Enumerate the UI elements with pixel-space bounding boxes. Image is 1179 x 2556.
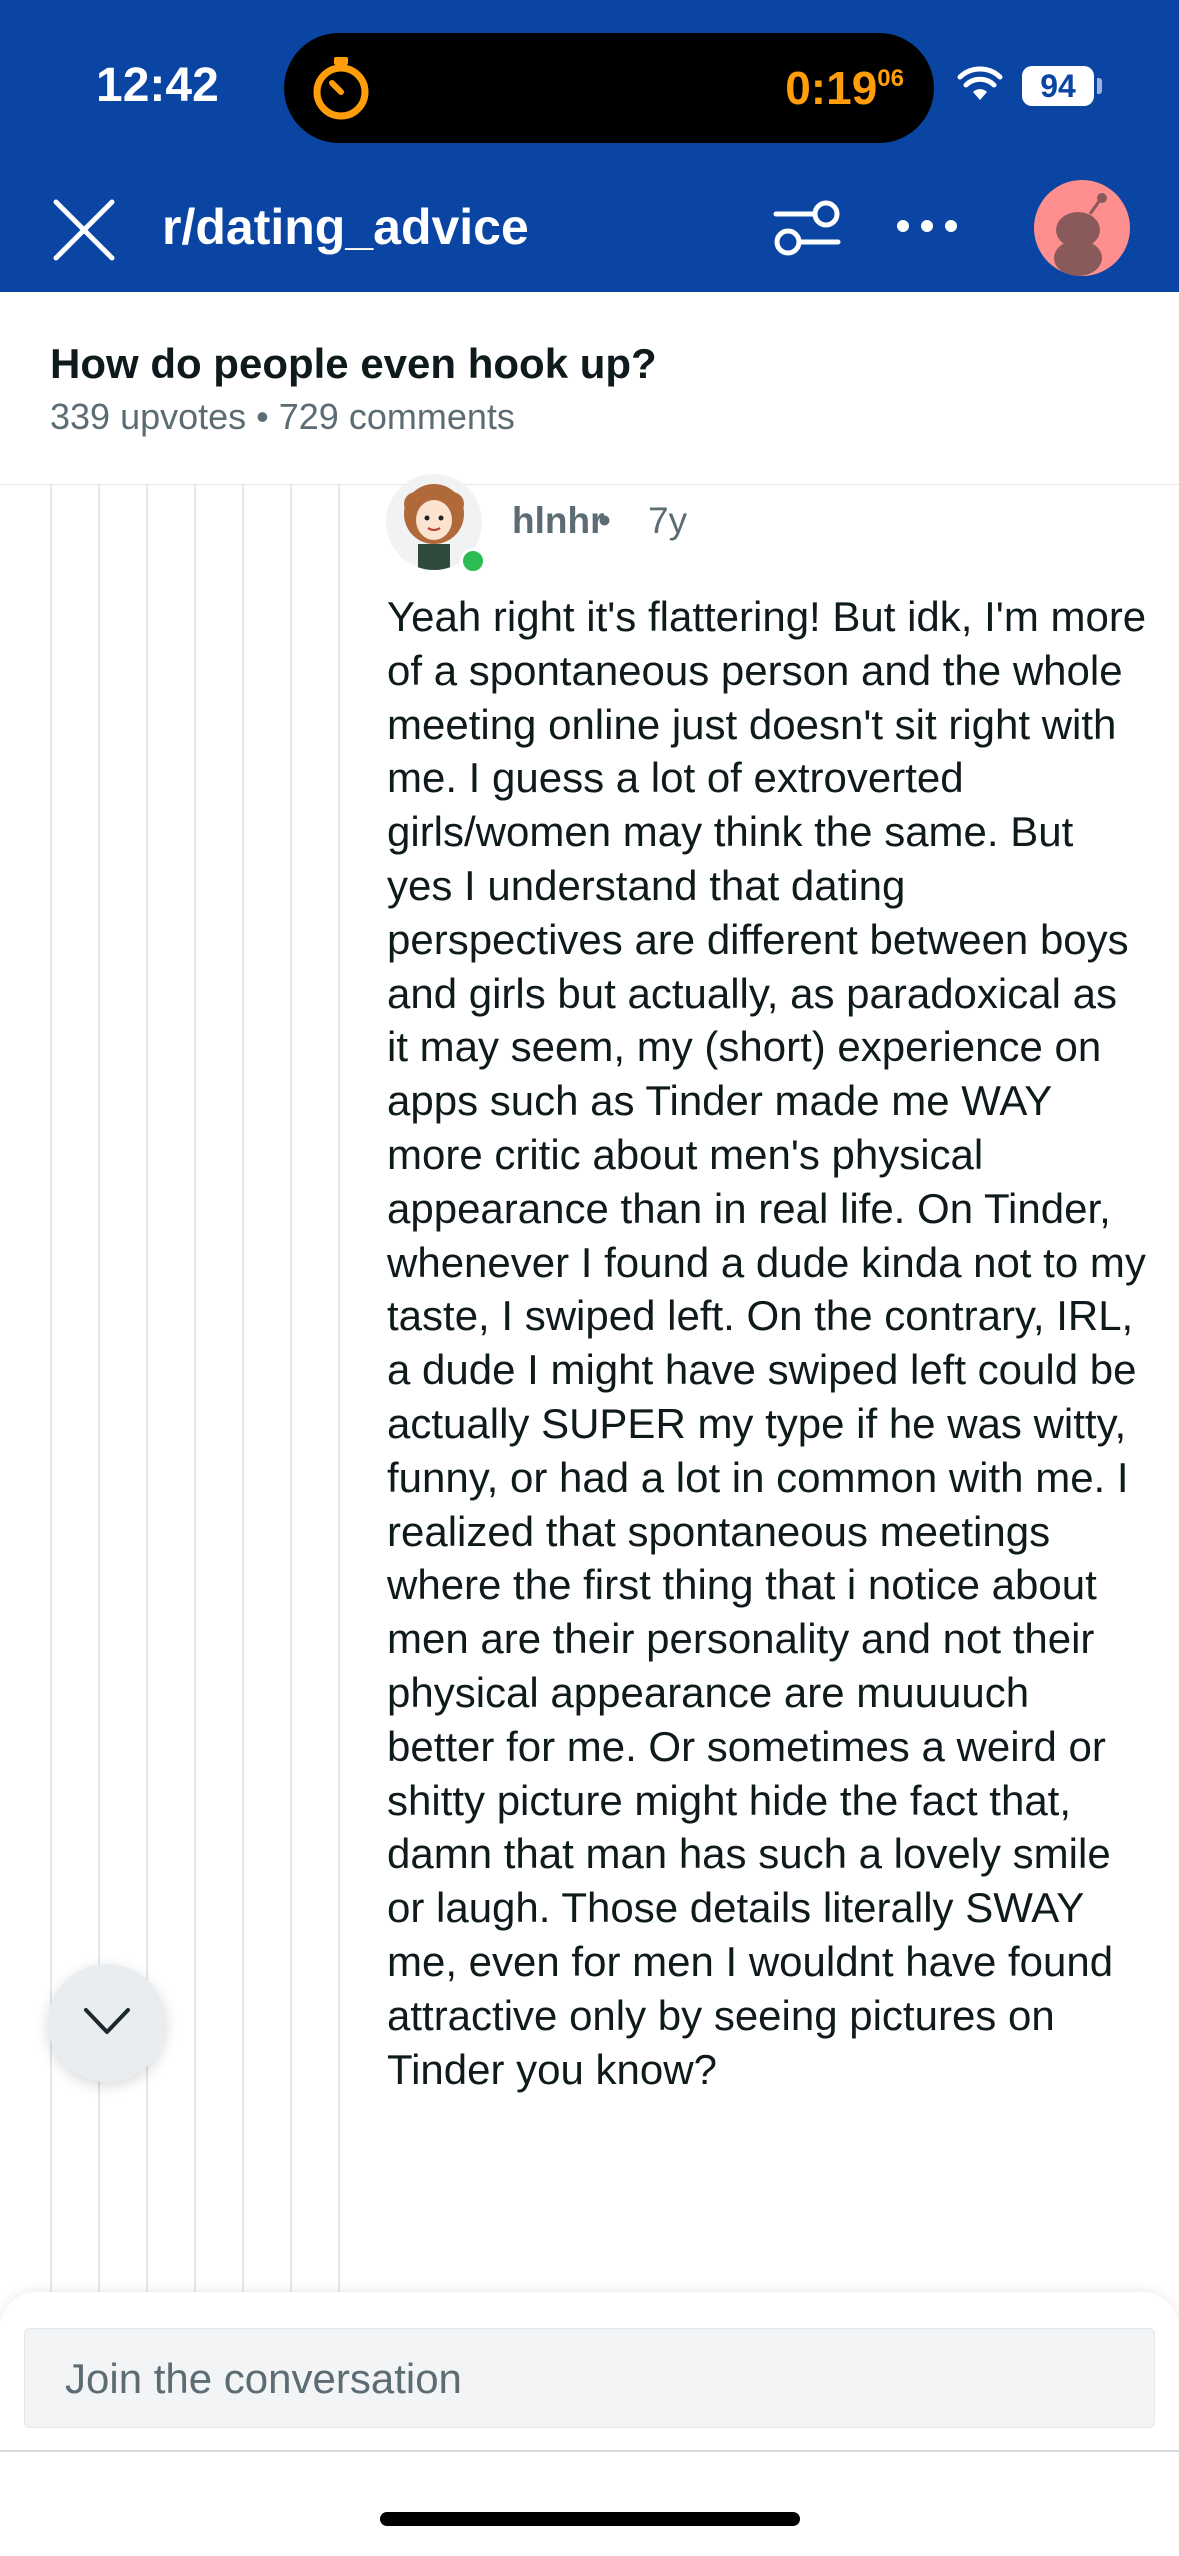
close-icon[interactable] <box>52 198 116 262</box>
timer-icon <box>313 57 369 120</box>
online-status-dot <box>460 548 486 574</box>
home-indicator[interactable] <box>380 2512 800 2526</box>
avatar-snoo-icon <box>1054 193 1107 276</box>
comment-age: 7y <box>648 500 688 541</box>
subreddit-title[interactable]: r/dating_advice <box>162 198 529 256</box>
timer-readout: 0:1906 <box>785 61 904 115</box>
thread-line[interactable] <box>242 484 244 2304</box>
divider <box>0 2450 1179 2452</box>
timer-main: 0:19 <box>785 62 878 114</box>
meta-separator: • <box>598 500 611 541</box>
thread-line[interactable] <box>290 484 292 2304</box>
comment-author[interactable]: hlnhr <box>512 500 604 542</box>
avatar[interactable] <box>1034 180 1130 276</box>
dynamic-island[interactable]: 0:1906 <box>284 33 934 143</box>
timer-fraction: 06 <box>877 65 904 92</box>
thread-line[interactable] <box>338 484 340 2304</box>
chevron-down-icon <box>84 2008 130 2034</box>
join-conversation-input[interactable]: Join the conversation <box>24 2328 1155 2428</box>
thread-line[interactable] <box>194 484 196 2304</box>
battery-tip <box>1097 78 1102 94</box>
more-icon[interactable] <box>895 210 959 242</box>
post-meta: 339 upvotes • 729 comments <box>50 396 515 437</box>
post-title[interactable]: How do people even hook up? <box>50 340 657 388</box>
top-bar: 12:42 0:1906 94 r/dating_advice <box>0 0 1179 292</box>
filter-icon[interactable] <box>772 198 842 258</box>
wifi-icon <box>957 66 1003 100</box>
post-header[interactable]: How do people even hook up? 339 upvotes … <box>0 292 1179 485</box>
comment-body: Yeah right it's flattering! But idk, I'm… <box>387 593 1147 2093</box>
status-time: 12:42 <box>96 59 219 112</box>
battery-indicator: 94 <box>1022 66 1094 106</box>
scroll-down-button[interactable] <box>48 1964 166 2082</box>
